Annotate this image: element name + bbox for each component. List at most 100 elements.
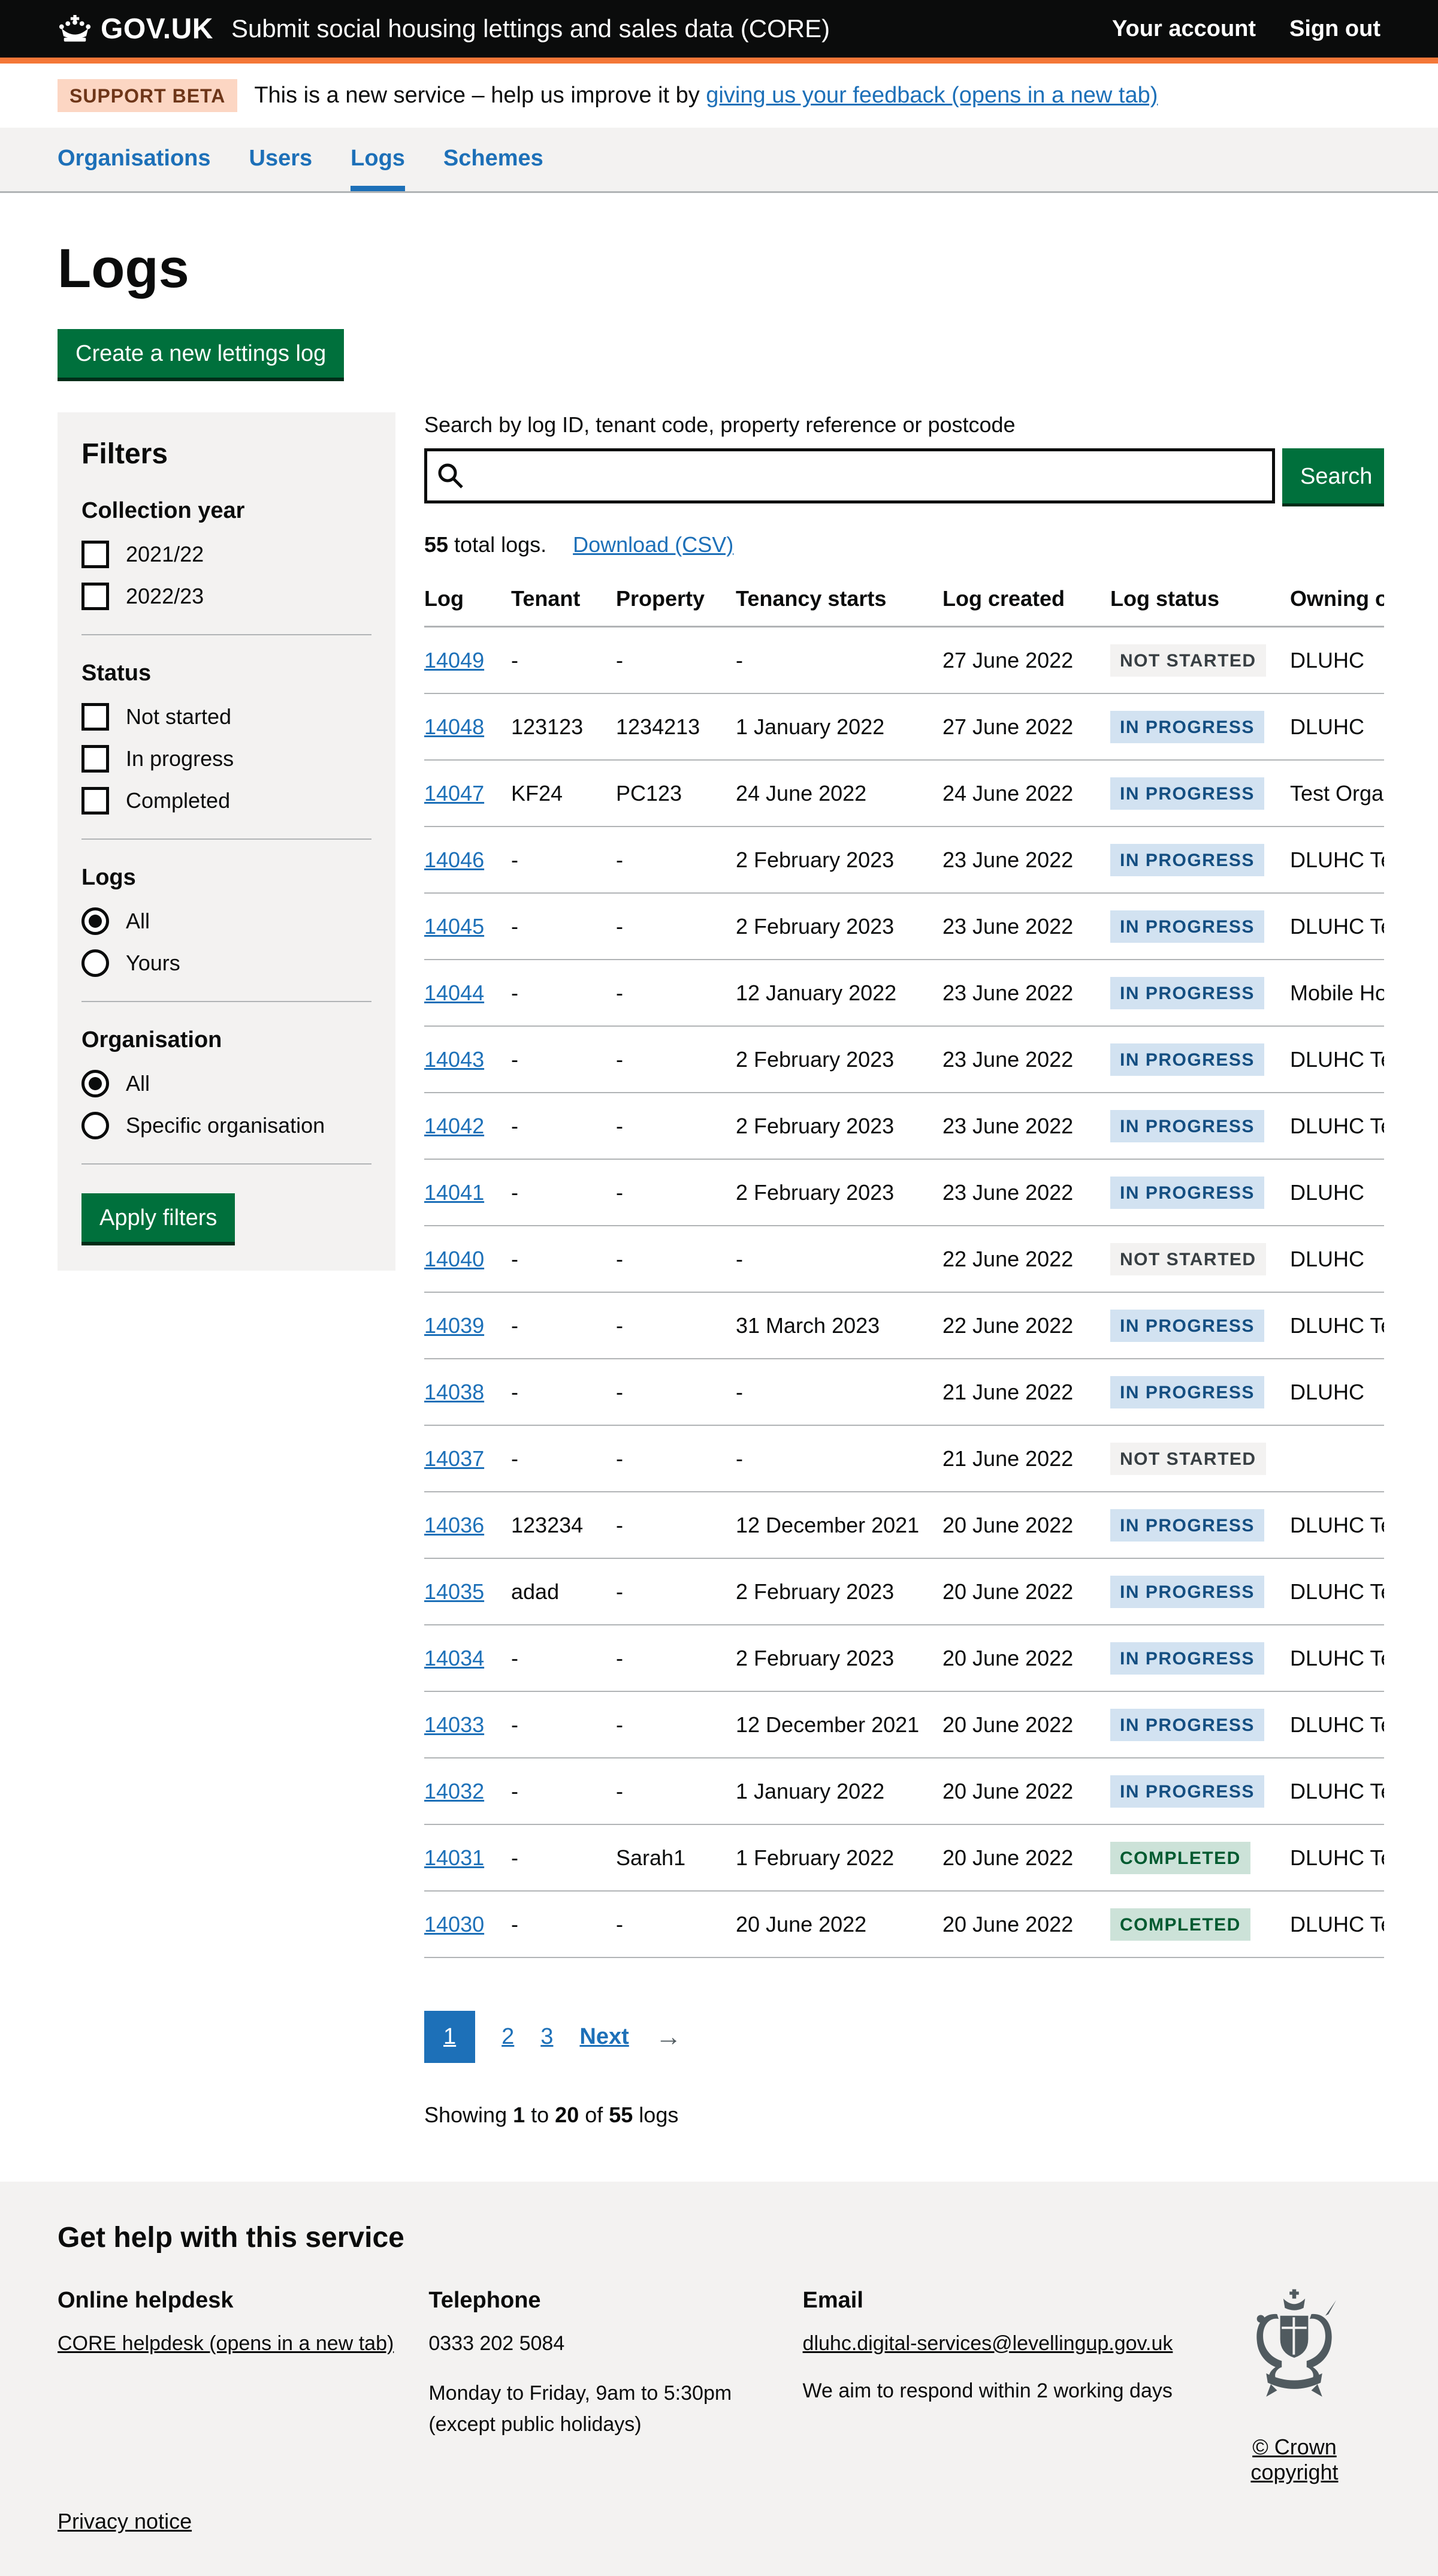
radio-option-organisation-all[interactable]: All (81, 1070, 371, 1097)
radio-option-logs-all[interactable]: All (81, 907, 371, 935)
checkbox-in-progress[interactable] (81, 745, 109, 773)
nav-item-logs[interactable]: Logs (351, 128, 405, 191)
log-id-link[interactable]: 14045 (424, 914, 484, 939)
header-account-nav: Your account Sign out (1112, 16, 1380, 42)
core-helpdesk-link[interactable]: CORE helpdesk (opens in a new tab) (58, 2332, 394, 2355)
download-csv-link[interactable]: Download (CSV) (573, 532, 733, 557)
email-link[interactable]: dluhc.digital-services@levellingup.gov.u… (803, 2332, 1173, 2355)
filter-group-organisation: Organisation All Specific organisation (81, 1027, 371, 1139)
table-row: 14036123234-12 December 202120 June 2022… (424, 1492, 1384, 1558)
checkbox-label: 2021/22 (126, 542, 204, 567)
log-id-link[interactable]: 14030 (424, 1912, 484, 1936)
radio-specific-organisation[interactable] (81, 1112, 109, 1139)
log-id-link[interactable]: 14035 (424, 1579, 484, 1604)
log-id-link[interactable]: 14036 (424, 1513, 484, 1537)
tenancy-starts-cell: 1 January 2022 (736, 1758, 942, 1824)
table-row: 14044--12 January 202223 June 2022IN PRO… (424, 960, 1384, 1026)
tenant-cell: - (511, 1159, 616, 1226)
owning-organisation-cell: DLUHC Tes (1290, 893, 1384, 960)
logs-filter-heading: Logs (81, 865, 371, 891)
log-id-link[interactable]: 14032 (424, 1779, 484, 1803)
log-id-link[interactable]: 14043 (424, 1047, 484, 1072)
owning-organisation-cell: DLUHC Tes (1290, 827, 1384, 893)
pagination-page-2[interactable]: 2 (502, 2024, 514, 2050)
owning-organisation-cell: DLUHC (1290, 627, 1384, 694)
main-content: Logs Create a new lettings log Filters C… (0, 237, 1438, 2182)
telephone-holidays: (except public holidays) (428, 2410, 802, 2439)
logs-table-body: 14049---27 June 2022NOT STARTEDDLUHC1404… (424, 627, 1384, 1958)
checkbox-completed[interactable] (81, 787, 109, 815)
owning-organisation-cell: DLUHC Tes (1290, 1824, 1384, 1891)
pagination-next-link[interactable]: Next (579, 2024, 629, 2050)
apply-filters-button[interactable]: Apply filters (81, 1193, 235, 1242)
service-name-link[interactable]: Submit social housing lettings and sales… (231, 14, 1112, 43)
collection-year-heading: Collection year (81, 498, 371, 524)
log-id-link[interactable]: 14047 (424, 781, 484, 806)
checkbox-2021-22[interactable] (81, 541, 109, 568)
property-cell: - (616, 1492, 736, 1558)
log-id-link[interactable]: 14034 (424, 1646, 484, 1670)
pagination-page-3[interactable]: 3 (540, 2024, 553, 2050)
log-id-link[interactable]: 14041 (424, 1180, 484, 1205)
property-cell: - (616, 1691, 736, 1758)
log-created-cell: 23 June 2022 (942, 1026, 1110, 1093)
radio-option-specific-organisation[interactable]: Specific organisation (81, 1112, 371, 1139)
checkbox-option-2021-22[interactable]: 2021/22 (81, 541, 371, 568)
log-id-link[interactable]: 14048 (424, 714, 484, 739)
create-lettings-log-button[interactable]: Create a new lettings log (58, 329, 344, 378)
radio-logs-all[interactable] (81, 907, 109, 935)
checkbox-option-2022-23[interactable]: 2022/23 (81, 583, 371, 610)
tenancy-starts-cell: 2 February 2023 (736, 1625, 942, 1691)
log-id-link[interactable]: 14037 (424, 1446, 484, 1471)
status-badge: IN PROGRESS (1110, 777, 1264, 810)
log-id-link[interactable]: 14040 (424, 1247, 484, 1271)
tenancy-starts-cell: - (736, 1226, 942, 1292)
tenancy-starts-cell: 12 December 2021 (736, 1492, 942, 1558)
log-created-cell: 22 June 2022 (942, 1226, 1110, 1292)
log-id-link[interactable]: 14038 (424, 1380, 484, 1404)
govuk-logo[interactable]: GOV.UK (58, 13, 213, 46)
checkbox-option-completed[interactable]: Completed (81, 787, 371, 815)
log-created-cell: 23 June 2022 (942, 827, 1110, 893)
results-summary: 55 total logs.Download (CSV) (424, 532, 1384, 557)
nav-item-organisations[interactable]: Organisations (58, 128, 211, 191)
feedback-link[interactable]: giving us your feedback (opens in a new … (706, 83, 1158, 108)
pagination-page-1-current[interactable]: 1 (424, 2011, 475, 2063)
checkbox-not-started[interactable] (81, 703, 109, 731)
tenancy-starts-cell: 12 January 2022 (736, 960, 942, 1026)
status-badge: NOT STARTED (1110, 1443, 1266, 1475)
helpdesk-title: Online helpdesk (58, 2288, 428, 2313)
checkbox-option-not-started[interactable]: Not started (81, 703, 371, 731)
filter-divider (81, 634, 371, 635)
nav-item-users[interactable]: Users (249, 128, 313, 191)
checkbox-2022-23[interactable] (81, 583, 109, 610)
log-id-link[interactable]: 14033 (424, 1712, 484, 1737)
tenant-cell: 123234 (511, 1492, 616, 1558)
crown-copyright-link[interactable]: © Crown copyright (1250, 2435, 1338, 2484)
table-row: 14038---21 June 2022IN PROGRESSDLUHC (424, 1359, 1384, 1425)
filter-group-collection-year: Collection year 2021/22 2022/23 (81, 498, 371, 610)
log-id-link[interactable]: 14044 (424, 981, 484, 1005)
beta-tag: SUPPORT BETA (58, 79, 237, 112)
radio-organisation-all[interactable] (81, 1070, 109, 1097)
log-id-link[interactable]: 14042 (424, 1114, 484, 1138)
table-row: 14041--2 February 202323 June 2022IN PRO… (424, 1159, 1384, 1226)
log-id-link[interactable]: 14049 (424, 648, 484, 672)
radio-logs-yours[interactable] (81, 949, 109, 977)
log-id-link[interactable]: 14031 (424, 1845, 484, 1870)
your-account-link[interactable]: Your account (1112, 16, 1256, 42)
radio-option-logs-yours[interactable]: Yours (81, 949, 371, 977)
log-created-cell: 20 June 2022 (942, 1691, 1110, 1758)
log-id-link[interactable]: 14046 (424, 847, 484, 872)
log-id-link[interactable]: 14039 (424, 1313, 484, 1338)
footer-crown-copyright-block: © Crown copyright (1209, 2288, 1380, 2485)
status-badge: NOT STARTED (1110, 1243, 1266, 1275)
search-input[interactable] (424, 448, 1275, 503)
table-row: 1404812312312342131 January 202227 June … (424, 693, 1384, 760)
sign-out-link[interactable]: Sign out (1289, 16, 1380, 42)
privacy-notice-link[interactable]: Privacy notice (58, 2509, 192, 2534)
nav-item-schemes[interactable]: Schemes (443, 128, 543, 191)
search-button[interactable]: Search (1282, 448, 1384, 503)
tenant-cell: - (511, 1891, 616, 1957)
checkbox-option-in-progress[interactable]: In progress (81, 745, 371, 773)
